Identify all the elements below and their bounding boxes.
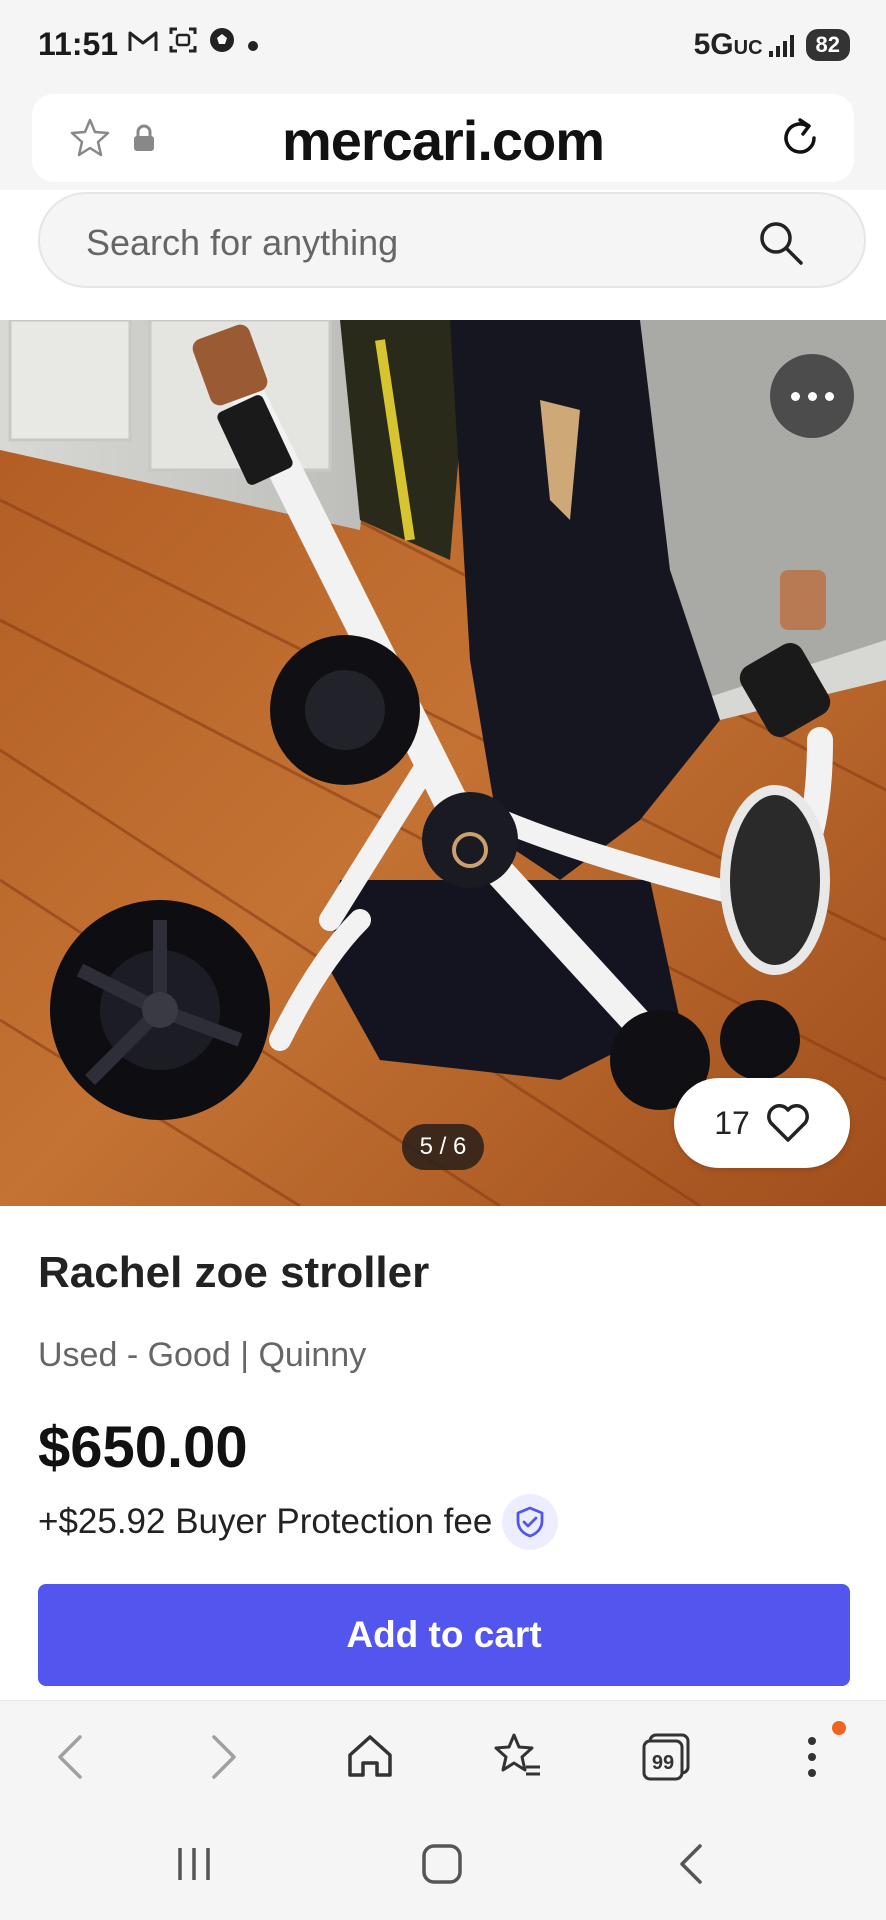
photo-counter: 5 / 6: [402, 1124, 484, 1170]
listing-condition: Used - Good | Quinny: [38, 1336, 367, 1374]
status-notification-icons: [128, 26, 260, 61]
network-indicator: 5GUC: [693, 28, 763, 61]
home-icon[interactable]: [344, 1731, 396, 1783]
home-nav-icon[interactable]: [418, 1840, 466, 1888]
listing-title: Rachel zoe stroller: [38, 1248, 430, 1297]
url-field[interactable]: mercari.com: [32, 94, 854, 182]
dot-icon: [246, 28, 260, 60]
add-to-cart-button[interactable]: Add to cart: [38, 1584, 850, 1686]
back-nav-icon[interactable]: [668, 1840, 716, 1888]
search-area: Search for anything: [0, 190, 886, 320]
more-options-button[interactable]: [770, 354, 854, 438]
back-icon[interactable]: [46, 1731, 98, 1783]
product-photo[interactable]: 5 / 6 17: [0, 320, 886, 1206]
screen-capture-icon: [168, 26, 198, 61]
signal-icon: [768, 33, 794, 57]
soccer-ball-icon: [208, 26, 236, 61]
url-text[interactable]: mercari.com: [32, 108, 854, 173]
search-placeholder: Search for anything: [86, 222, 399, 263]
forward-icon[interactable]: [196, 1731, 248, 1783]
tabs-count: 99: [652, 1752, 674, 1774]
shield-check-icon[interactable]: [502, 1494, 559, 1550]
like-count: 17: [714, 1104, 750, 1141]
buyer-protection-row: +$25.92 Buyer Protection fee: [38, 1494, 559, 1550]
browser-url-bar: mercari.com: [0, 90, 886, 190]
search-icon[interactable]: [756, 218, 806, 268]
status-bar: 11:51 5GUC 82: [0, 0, 886, 90]
battery-indicator: 82: [805, 29, 850, 61]
recents-icon[interactable]: [170, 1840, 218, 1888]
reload-icon[interactable]: [776, 114, 824, 162]
gmail-icon: [128, 28, 158, 60]
like-button[interactable]: 17: [674, 1078, 850, 1168]
buyer-protection-fee: +$25.92 Buyer Protection fee: [38, 1502, 493, 1541]
status-right: 5GUC 82: [694, 28, 850, 62]
tabs-icon[interactable]: 99: [640, 1731, 692, 1783]
system-navigation-bar: [0, 1810, 886, 1920]
status-time: 11:51: [38, 26, 119, 62]
menu-icon[interactable]: [786, 1731, 838, 1783]
notification-dot: [832, 1721, 846, 1735]
stroller-image: [0, 320, 886, 1206]
heart-icon: [766, 1104, 809, 1142]
listing-price: $650.00: [38, 1415, 248, 1480]
search-input[interactable]: Search for anything: [38, 192, 866, 288]
browser-bottom-bar: 99: [0, 1700, 886, 1810]
bookmarks-icon[interactable]: [492, 1731, 544, 1783]
